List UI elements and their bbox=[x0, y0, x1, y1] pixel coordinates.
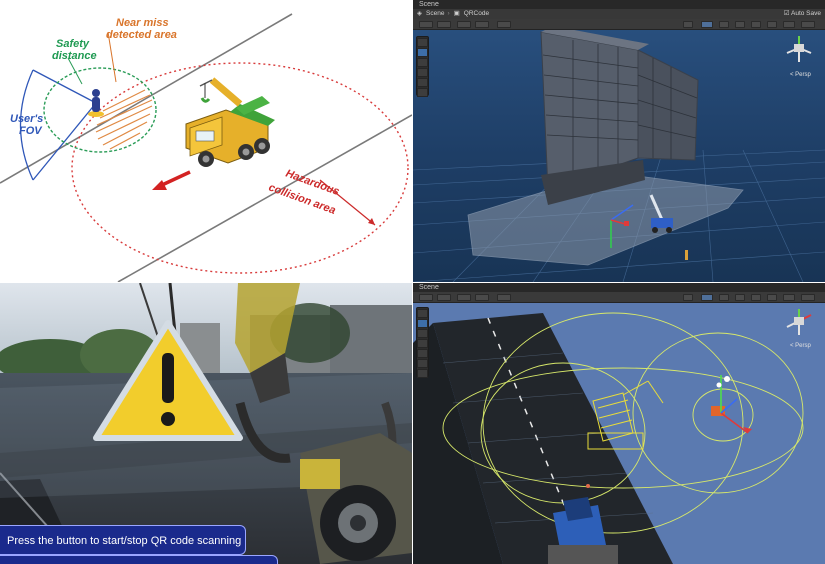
near-miss-hatch bbox=[95, 89, 153, 150]
rotate-tool-icon[interactable] bbox=[417, 329, 428, 338]
hidden-objects-toggle[interactable] bbox=[767, 21, 777, 28]
2d-toggle[interactable] bbox=[701, 21, 713, 28]
gizmos-button[interactable] bbox=[801, 21, 815, 28]
global-button[interactable] bbox=[475, 294, 489, 301]
rect-tool-icon[interactable] bbox=[417, 78, 428, 87]
worker-icon bbox=[88, 89, 104, 117]
hand-tool-icon[interactable] bbox=[417, 38, 428, 47]
global-button[interactable] bbox=[475, 21, 489, 28]
custom-tool-icon[interactable] bbox=[417, 369, 428, 378]
tab-scene[interactable]: Scene bbox=[426, 10, 444, 17]
scene-toolbar-bottom bbox=[413, 292, 825, 303]
qr-scan-button-panel[interactable] bbox=[0, 555, 278, 564]
scene-viewport-bottom[interactable] bbox=[413, 283, 825, 564]
grid-snap-button[interactable] bbox=[497, 21, 511, 28]
tab-qrcode[interactable]: QRCode bbox=[464, 10, 489, 17]
transform-tool-icon[interactable] bbox=[417, 88, 428, 97]
safety-label-line1: Safety bbox=[56, 38, 90, 50]
safety-diagram: Near miss detected area Safety distance … bbox=[0, 13, 412, 282]
near-miss-label-line1: Near miss bbox=[116, 17, 169, 29]
draw-mode-button[interactable] bbox=[419, 21, 433, 28]
render-mode-button[interactable] bbox=[437, 294, 451, 301]
auto-save-label: Auto Save bbox=[791, 10, 821, 17]
gizmos-button[interactable] bbox=[801, 294, 815, 301]
scene-window-title: Scene bbox=[413, 0, 825, 9]
scene-toolbar-top bbox=[413, 19, 825, 30]
tool-palette-top bbox=[416, 36, 429, 97]
hidden-objects-toggle[interactable] bbox=[767, 294, 777, 301]
cube-icon: ▣ bbox=[453, 10, 460, 17]
draw-mode-button[interactable] bbox=[419, 294, 433, 301]
hand-tool-icon[interactable] bbox=[417, 309, 428, 318]
shading-button[interactable] bbox=[683, 294, 693, 301]
unity-icon: ◈ bbox=[417, 10, 422, 17]
fov-label-line1: User's bbox=[10, 113, 43, 125]
ar-camera-view bbox=[0, 283, 412, 564]
ar-view-panel: Press the button to start/stop QR code s… bbox=[0, 283, 412, 564]
move-tool-icon[interactable] bbox=[417, 319, 428, 328]
scene-tab-bar: ◈ Scene › ▣ QRCode bbox=[413, 9, 825, 19]
perspective-label-bottom[interactable]: < Persp bbox=[790, 343, 811, 349]
lighting-toggle[interactable] bbox=[719, 294, 729, 301]
safety-diagram-panel: Near miss detected area Safety distance … bbox=[0, 0, 412, 282]
marker-post bbox=[685, 250, 688, 260]
scene-viewport-top[interactable] bbox=[413, 0, 825, 282]
pivot-button[interactable] bbox=[457, 21, 471, 28]
camera-settings-button[interactable] bbox=[783, 21, 795, 28]
origin-marker bbox=[586, 484, 590, 488]
qr-scan-instruction: Press the button to start/stop QR code s… bbox=[0, 525, 246, 555]
gizmo-x-handle[interactable] bbox=[624, 221, 629, 226]
hazard-zone-ellipse bbox=[71, 62, 409, 274]
lighting-toggle[interactable] bbox=[719, 21, 729, 28]
safety-label-line2: distance bbox=[52, 50, 97, 62]
near-miss-label-line2: detected area bbox=[106, 29, 177, 41]
unity-scene-panel-bottom: Scene < Persp bbox=[413, 283, 825, 564]
scene-window-title-bottom: Scene bbox=[413, 283, 825, 292]
rect-tool-icon[interactable] bbox=[417, 349, 428, 358]
fov-line-upper bbox=[32, 69, 97, 104]
unity-scene-panel-top: Scene ◈ Scene › ▣ QRCode ☑ Auto Save < Persp bbox=[413, 0, 825, 282]
tool-palette-bottom bbox=[416, 307, 429, 378]
audio-toggle[interactable] bbox=[735, 294, 745, 301]
audio-toggle[interactable] bbox=[735, 21, 745, 28]
effects-toggle[interactable] bbox=[751, 21, 761, 28]
rotate-tool-icon[interactable] bbox=[417, 58, 428, 67]
transform-tool-icon[interactable] bbox=[417, 359, 428, 368]
perspective-label[interactable]: < Persp bbox=[790, 72, 811, 78]
hazard-pointer-head bbox=[368, 218, 375, 225]
scale-tool-icon[interactable] bbox=[417, 339, 428, 348]
grid-snap-button[interactable] bbox=[497, 294, 511, 301]
move-tool-icon[interactable] bbox=[417, 48, 428, 57]
crane-truck-icon bbox=[185, 77, 275, 167]
auto-save-toggle[interactable]: ☑ Auto Save bbox=[784, 9, 821, 19]
2d-toggle[interactable] bbox=[701, 294, 713, 301]
shading-button[interactable] bbox=[683, 21, 693, 28]
fov-label-line2: FOV bbox=[19, 125, 43, 137]
camera-settings-button[interactable] bbox=[783, 294, 795, 301]
pivot-button[interactable] bbox=[457, 294, 471, 301]
motion-arrow-line bbox=[161, 170, 191, 187]
effects-toggle[interactable] bbox=[751, 294, 761, 301]
scale-tool-icon[interactable] bbox=[417, 68, 428, 77]
render-mode-button[interactable] bbox=[437, 21, 451, 28]
